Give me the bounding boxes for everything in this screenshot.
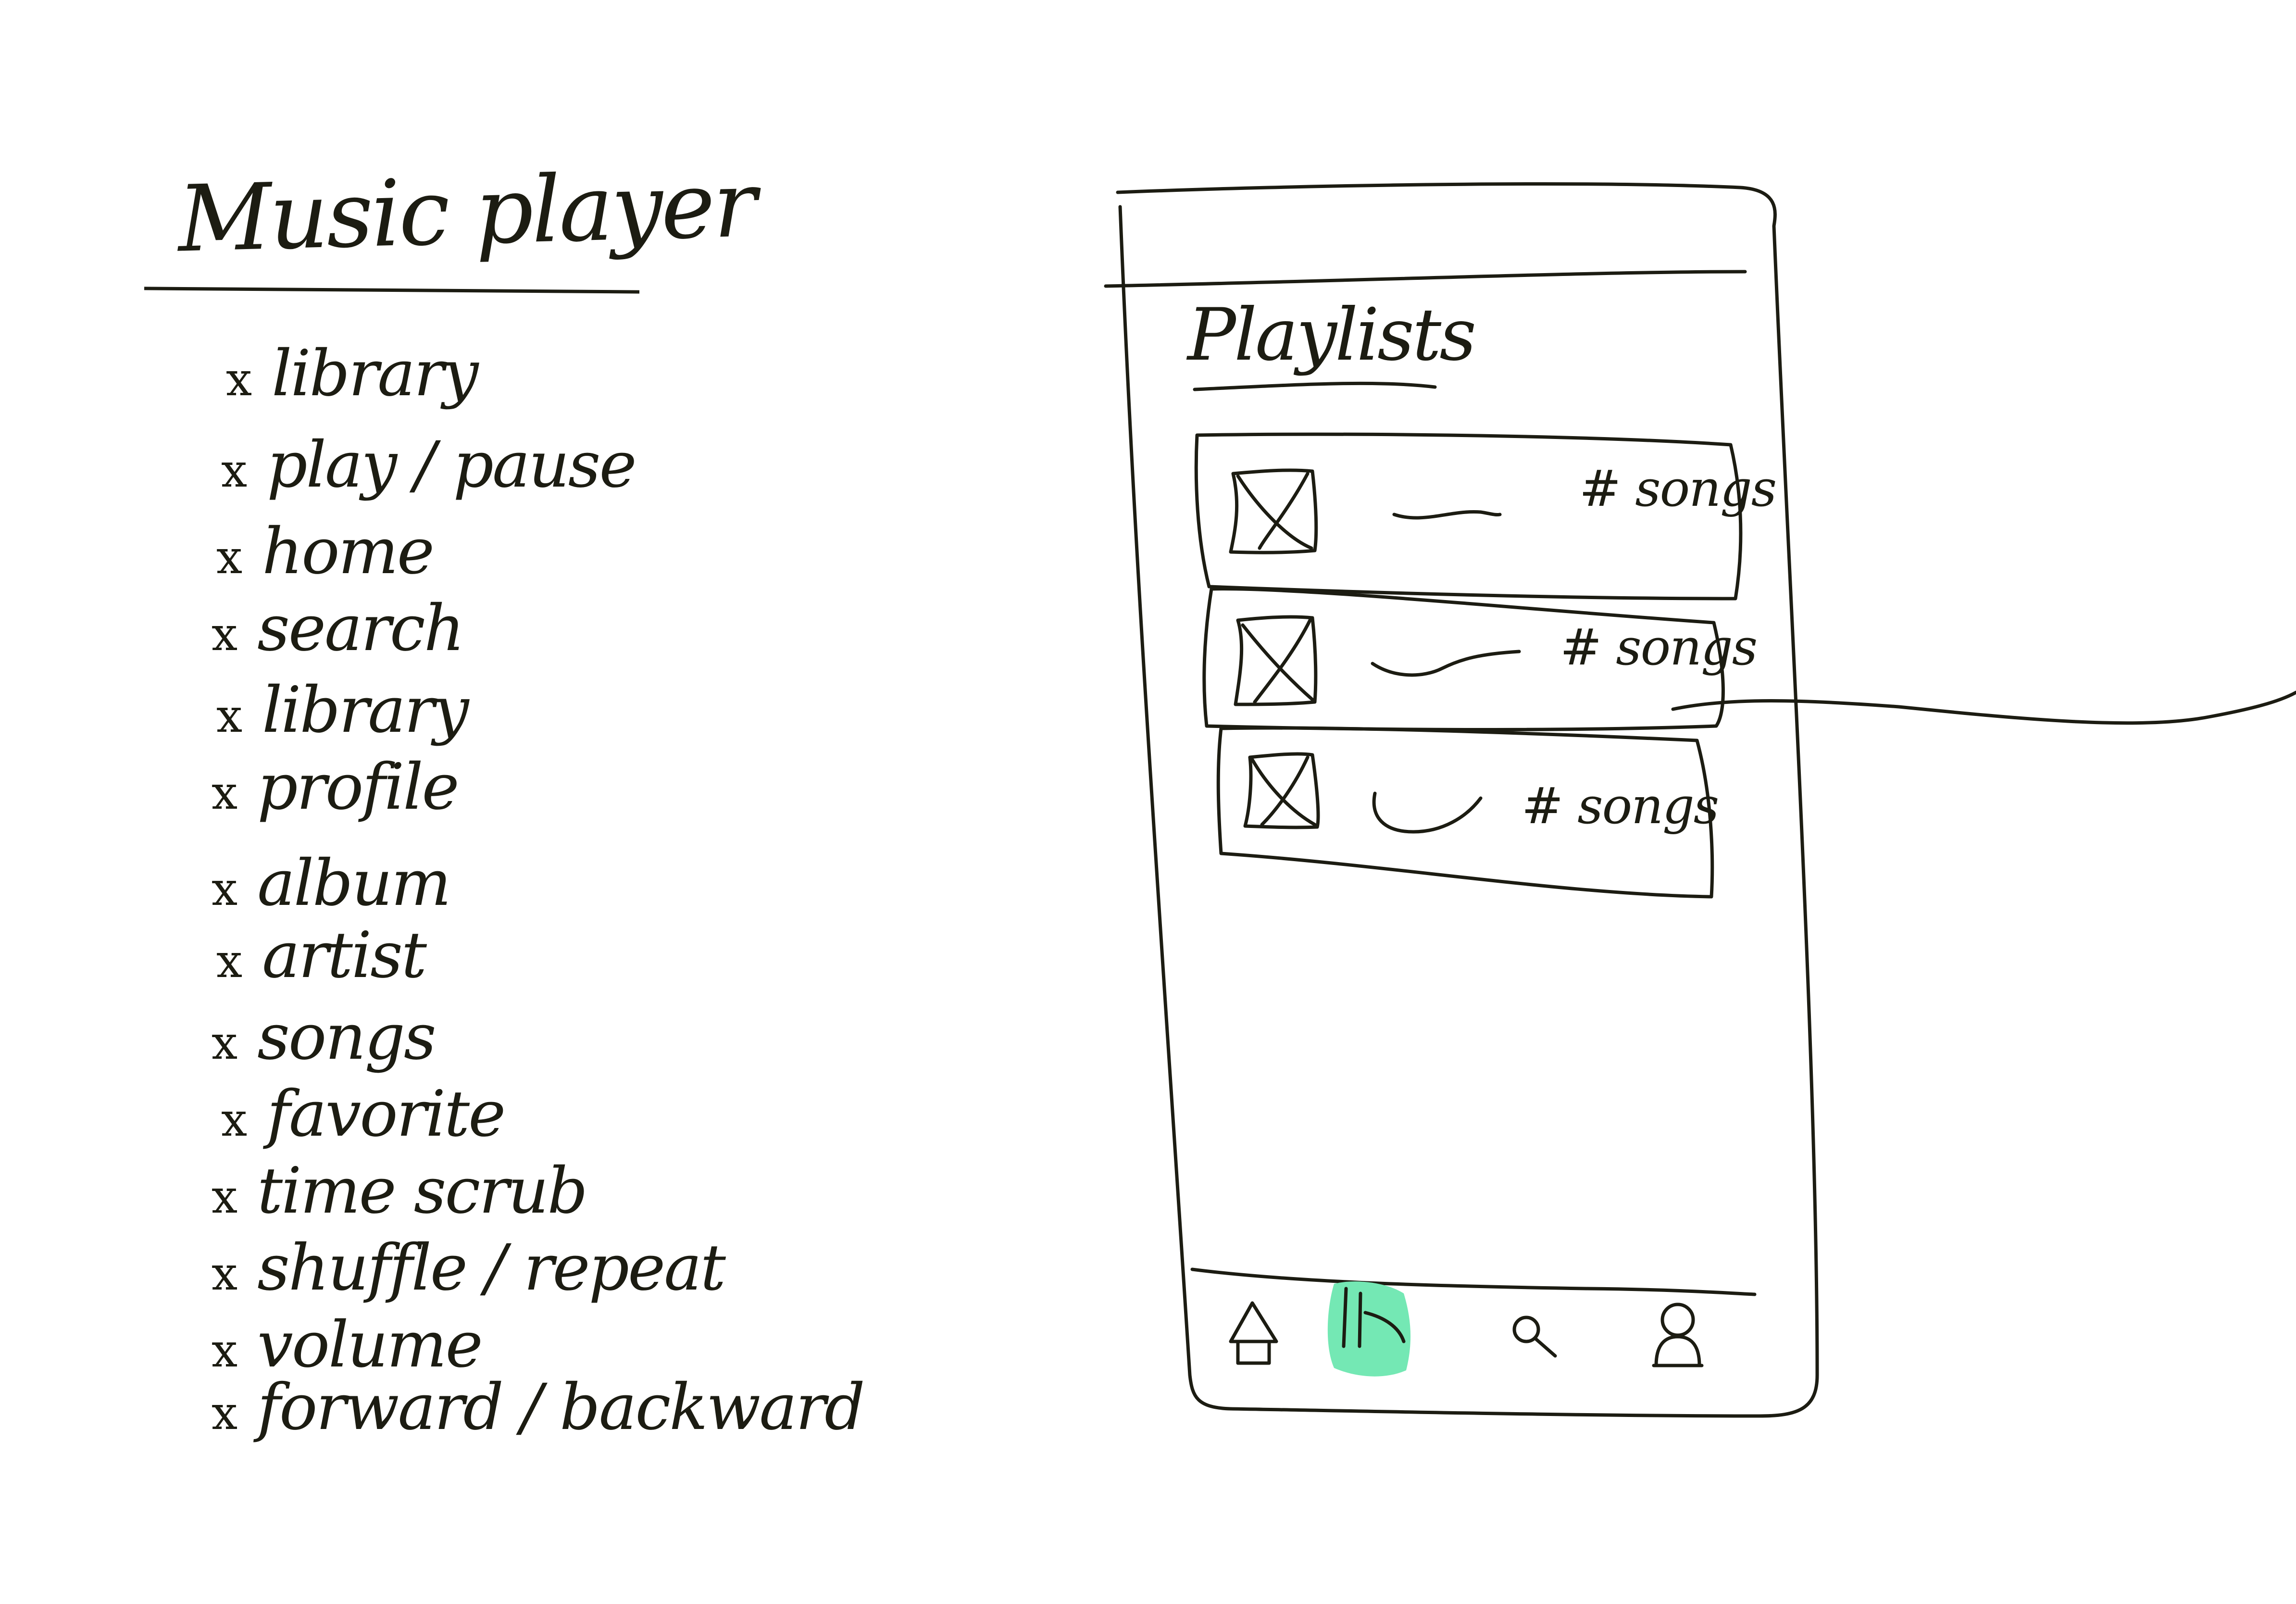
header-divider	[1104, 270, 1747, 288]
tab-library[interactable]	[1327, 1281, 1413, 1378]
tab-profile[interactable]	[1649, 1298, 1711, 1375]
playlist-row-1[interactable]	[1197, 435, 1740, 594]
annotation-connector	[1671, 690, 2296, 725]
playlist-row-3[interactable]	[1219, 728, 1714, 897]
tab-home[interactable]	[1221, 1293, 1293, 1370]
phone-wireframe-sketch	[1104, 182, 2296, 1418]
playlist-row-2[interactable]	[1207, 591, 1726, 726]
tab-search[interactable]	[1505, 1308, 1567, 1370]
screen-title: Playlists	[1187, 293, 1476, 377]
tab-bar-divider	[1190, 1267, 1757, 1296]
title-underline	[1193, 381, 1437, 391]
